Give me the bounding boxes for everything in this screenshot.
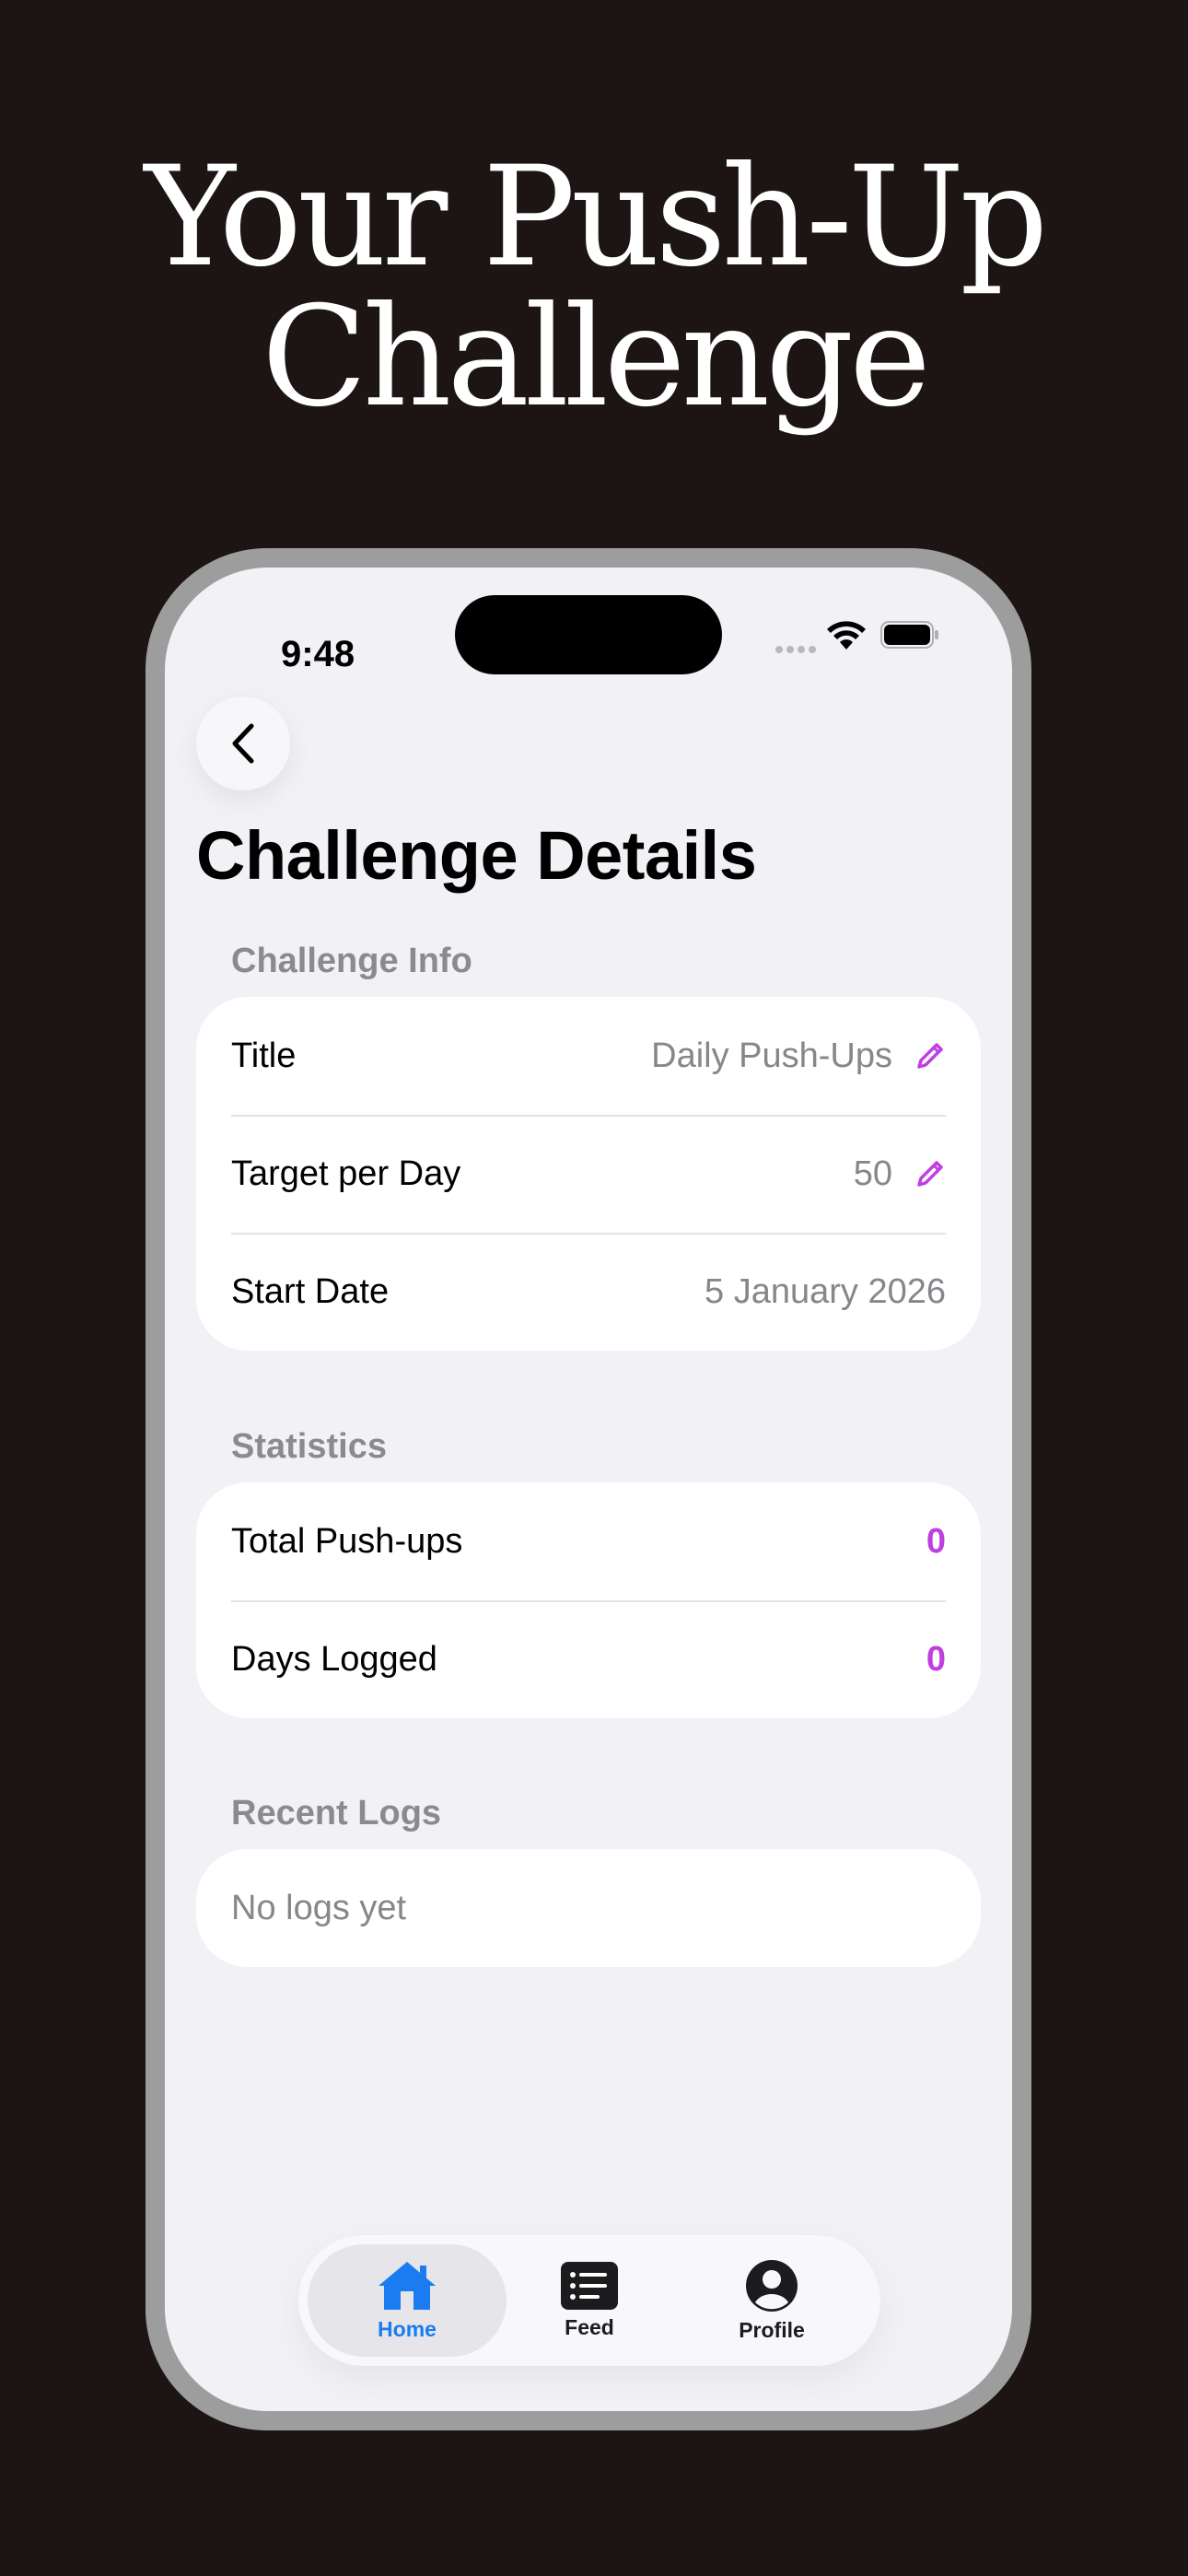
empty-logs-text: No logs yet [231,1888,407,1927]
pencil-icon[interactable] [914,1158,946,1189]
status-time: 9:48 [281,634,355,674]
tab-home-label: Home [378,2316,437,2341]
tab-feed[interactable]: Feed [490,2244,689,2357]
house-icon [379,2261,436,2310]
cellular-signal-icon [775,646,816,653]
start-date-value: 5 January 2026 [705,1271,946,1311]
marketing-headline: Your Push-Up Challenge [0,147,1188,427]
headline-line-2: Challenge [262,277,931,438]
person-circle-icon [746,2259,798,2312]
tab-profile[interactable]: Profile [672,2244,871,2357]
page-title: Challenge Details [196,817,757,894]
days-logged-row: Days Logged 0 [196,1600,981,1718]
tab-bar: Home Feed Profile [298,2235,880,2366]
wifi-icon [827,621,866,650]
back-button[interactable] [196,697,290,790]
total-pushups-value: 0 [926,1521,946,1561]
chevron-left-icon [232,723,254,764]
total-pushups-row: Total Push-ups 0 [196,1482,981,1600]
headline-line-1: Your Push-Up [144,137,1049,298]
recent-logs-section-label: Recent Logs [231,1794,442,1832]
title-label: Title [231,1036,297,1075]
days-logged-value: 0 [926,1639,946,1679]
target-per-day-value: 50 [853,1153,892,1193]
title-row[interactable]: Title Daily Push-Ups [196,997,981,1115]
title-value: Daily Push-Ups [651,1036,892,1075]
target-per-day-row[interactable]: Target per Day 50 [196,1115,981,1233]
tab-profile-label: Profile [739,2317,805,2342]
target-per-day-label: Target per Day [231,1153,461,1193]
phone-screen: 9:48 Challenge Details Challenge Info Ti [165,568,1012,2411]
total-pushups-label: Total Push-ups [231,1521,463,1561]
start-date-label: Start Date [231,1271,390,1311]
empty-logs-row: No logs yet [196,1849,981,1967]
start-date-row: Start Date 5 January 2026 [196,1233,981,1351]
pencil-icon[interactable] [914,1040,946,1071]
statistics-section-label: Statistics [231,1427,387,1466]
tab-feed-label: Feed [565,2314,614,2339]
statistics-card: Total Push-ups 0 Days Logged 0 [196,1482,981,1718]
challenge-info-card: Title Daily Push-Ups Target per Day 50 S… [196,997,981,1351]
battery-icon [880,621,938,649]
recent-logs-card: No logs yet [196,1849,981,1967]
phone-frame: 9:48 Challenge Details Challenge Info Ti [146,548,1031,2430]
list-icon [561,2261,618,2310]
days-logged-label: Days Logged [231,1639,437,1679]
tab-home[interactable]: Home [308,2244,507,2357]
challenge-info-section-label: Challenge Info [231,942,472,980]
dynamic-island [455,595,722,674]
